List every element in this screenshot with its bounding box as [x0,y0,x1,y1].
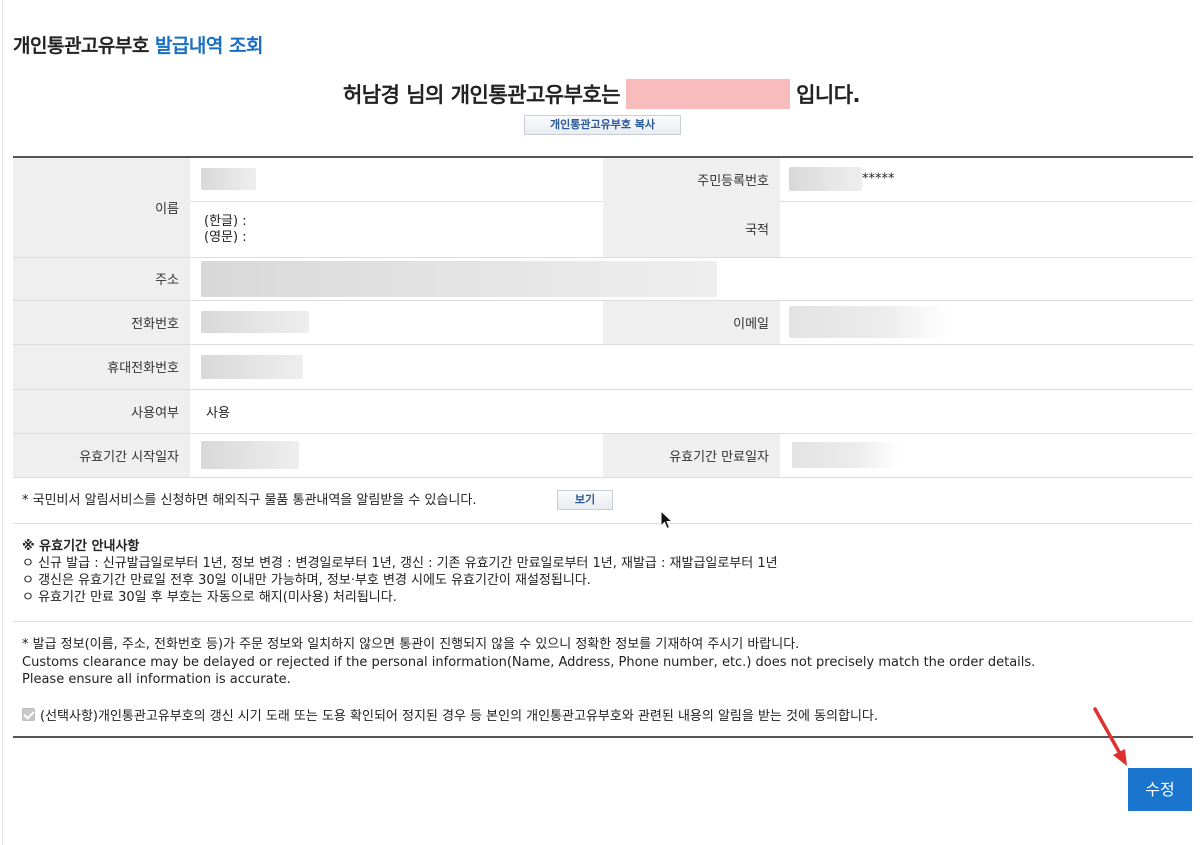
left-border [2,0,3,845]
info-table: 이름 주민등록번호 ***** (한글) : (영문) : 국적 주소 전화번호… [13,156,1193,478]
view-button[interactable]: 보기 [557,490,613,510]
guide-item: ㅇ 갱신은 유효기간 만료일 전후 30일 이내만 가능하며, 정보·부호 변경… [22,573,591,588]
guide-item: ㅇ 유효기간 만료 30일 후 부호는 자동으로 해지(미사용) 처리됩니다. [22,590,397,605]
warning-english-2: Please ensure all information is accurat… [22,672,291,687]
phone-value [190,300,603,345]
usage-label: 사용여부 [13,389,190,434]
blurred-name [201,168,256,191]
blurred-phone [201,311,309,333]
masked-customs-code [626,79,791,109]
edit-button[interactable]: 수정 [1128,768,1192,811]
valid-end-label: 유효기간 만료일자 [603,433,780,478]
guide-title: ※ 유효기간 안내사항 [22,539,140,554]
consent-checkbox[interactable] [22,708,35,721]
blurred-valid-start [201,441,299,469]
name-korean-label: (한글) : [204,214,247,229]
email-value [780,300,1193,345]
valid-start-value [190,433,603,478]
blurred-mobile [201,354,303,379]
name-value [190,157,603,202]
consent-text: (선택사항)개인통관고유부호의 갱신 시기 도래 또는 도용 확인되어 정지된 … [40,709,879,724]
annotation-arrow-icon [1093,707,1127,766]
address-label: 주소 [13,257,190,301]
valid-start-label: 유효기간 시작일자 [13,433,190,478]
name-label: 이름 [13,157,190,258]
bottom-divider [13,736,1193,738]
customs-code-headline: 허남경 님의 개인통관고유부호는 입니다. [0,79,1203,111]
blurred-address [201,260,717,297]
validity-guide: ※ 유효기간 안내사항 ㅇ 신규 발급 : 신규발급일로부터 1년, 정보 변경… [22,538,778,606]
rrn-label: 주민등록번호 [603,157,780,201]
warning-korean: * 발급 정보(이름, 주소, 전화번호 등)가 주문 정보와 일치하지 않으면… [22,637,800,652]
phone-label: 전화번호 [13,300,190,345]
mouse-cursor-icon [660,510,674,530]
email-label: 이메일 [603,300,780,345]
headline-after: 입니다. [796,83,861,107]
nationality-label: 국적 [603,201,780,258]
mobile-label: 휴대전화번호 [13,344,190,390]
blurred-valid-end [792,442,900,468]
page-title-accent: 발급내역 조회 [154,35,264,57]
notice-text: * 국민비서 알림서비스를 신청하면 해외직구 물품 통관내역을 알림받을 수 … [22,493,477,508]
copy-code-button[interactable]: 개인통관고유부호 복사 [524,115,681,135]
consent-row[interactable]: (선택사항)개인통관고유부호의 갱신 시기 도래 또는 도용 확인되어 정지된 … [22,705,878,724]
table-row: 전화번호 이메일 [13,300,1193,345]
table-row: (한글) : (영문) : 국적 [13,201,1193,258]
divider [13,621,1193,622]
address-value [190,257,1193,301]
blurred-rrn [789,167,862,192]
table-row: 유효기간 시작일자 유효기간 만료일자 [13,433,1193,478]
table-row: 사용여부 사용 [13,389,1193,434]
table-row: 주소 [13,257,1193,301]
rrn-suffix: ***** [862,171,895,187]
valid-end-value [780,433,1193,478]
headline-before: 허남경 님의 개인통관고유부호는 [342,83,621,107]
page-title-prefix: 개인통관고유부호 [13,35,149,57]
accuracy-warning: * 발급 정보(이름, 주소, 전화번호 등)가 주문 정보와 일치하지 않으면… [22,636,1035,689]
blurred-email [789,306,949,338]
table-row: 휴대전화번호 [13,344,1193,390]
nationality-value [780,201,1193,258]
guide-item: ㅇ 신규 발급 : 신규발급일로부터 1년, 정보 변경 : 변경일로부터 1년… [22,556,778,571]
usage-value: 사용 [190,389,1193,434]
name-lang-values: (한글) : (영문) : [190,201,603,258]
name-english-label: (영문) : [204,230,247,245]
mobile-value [190,344,1193,390]
divider [13,523,1193,524]
rrn-value: ***** [780,157,1193,202]
warning-english: Customs clearance may be delayed or reje… [22,654,1036,670]
page-title: 개인통관고유부호 발급내역 조회 [13,31,263,58]
table-row: 이름 주민등록번호 ***** [13,157,1193,258]
